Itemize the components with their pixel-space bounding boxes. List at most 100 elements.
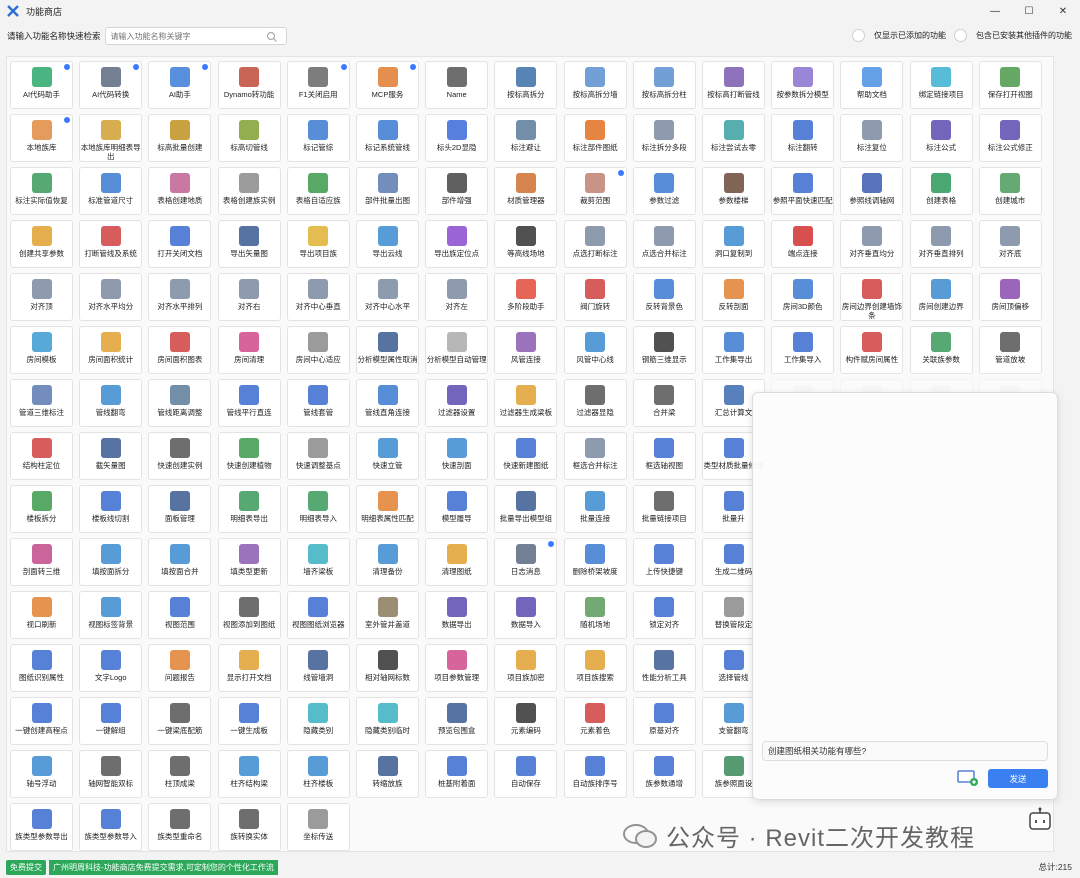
- feature-tile[interactable]: 管线套管: [286, 379, 350, 427]
- feature-tile[interactable]: 标注翻转: [771, 114, 835, 162]
- feature-tile[interactable]: 相对轴网标数: [356, 644, 419, 692]
- feature-tile[interactable]: 保存打开视图: [978, 61, 1042, 109]
- feature-tile[interactable]: 钢筋三维显示: [632, 326, 696, 374]
- feature-tile[interactable]: 构件赋房间属性: [840, 326, 904, 374]
- feature-tile[interactable]: 数据导出: [425, 591, 489, 639]
- feature-tile[interactable]: 标高批量创建: [148, 114, 212, 162]
- feature-tile[interactable]: 截矢量图: [79, 432, 143, 480]
- feature-tile[interactable]: 元素着色: [563, 697, 627, 745]
- feature-tile[interactable]: 本地族库: [10, 114, 73, 162]
- feature-tile[interactable]: 导出族定位点: [425, 220, 489, 268]
- feature-tile[interactable]: 对齐水平均分: [79, 273, 143, 321]
- feature-tile[interactable]: 部件增强: [425, 167, 489, 215]
- feature-tile[interactable]: 房间面积统计: [79, 326, 143, 374]
- feature-tile[interactable]: 导出项目族: [286, 220, 350, 268]
- feature-tile[interactable]: 坐标传送: [286, 803, 350, 851]
- feature-tile[interactable]: 标准管道尺寸: [79, 167, 143, 215]
- feature-tile[interactable]: 明细表导出: [217, 485, 281, 533]
- feature-tile[interactable]: 房间模板: [10, 326, 73, 374]
- feature-tile[interactable]: 管线距离调整: [148, 379, 212, 427]
- feature-tile[interactable]: 轴网智能双标: [79, 750, 143, 798]
- feature-tile[interactable]: 关联族参数: [909, 326, 973, 374]
- search-icon[interactable]: [266, 30, 278, 42]
- feature-tile[interactable]: 快速剖面: [425, 432, 489, 480]
- feature-tile[interactable]: 一键解组: [79, 697, 143, 745]
- feature-tile[interactable]: 隐藏类别: [286, 697, 350, 745]
- feature-tile[interactable]: Dynamo转功能: [217, 61, 281, 109]
- only-added-option[interactable]: 仅显示已添加的功能: [852, 29, 946, 42]
- feature-tile[interactable]: AI助手: [148, 61, 212, 109]
- feature-tile[interactable]: 项目族搜索: [563, 644, 627, 692]
- feature-tile[interactable]: 批量导出模型组: [494, 485, 558, 533]
- send-button[interactable]: 发送: [988, 769, 1048, 788]
- maximize-button[interactable]: ☐: [1012, 0, 1046, 22]
- feature-tile[interactable]: 填按面合并: [148, 538, 212, 586]
- feature-tile[interactable]: 工作集导出: [702, 326, 765, 374]
- feature-tile[interactable]: 房间清理: [217, 326, 281, 374]
- feature-tile[interactable]: Name: [425, 61, 489, 109]
- feature-tile[interactable]: 创建城市: [978, 167, 1042, 215]
- feature-tile[interactable]: 填按面拆分: [79, 538, 143, 586]
- feature-tile[interactable]: F1关闭启用: [286, 61, 350, 109]
- feature-tile[interactable]: 显示打开文档: [217, 644, 281, 692]
- feature-tile[interactable]: 标头2D显隐: [425, 114, 489, 162]
- robot-assistant-icon[interactable]: [1026, 806, 1054, 834]
- feature-tile[interactable]: 对齐水平排列: [148, 273, 212, 321]
- feature-tile[interactable]: 视图标签背景: [79, 591, 143, 639]
- feature-tile[interactable]: 项目族加密: [494, 644, 558, 692]
- feature-tile[interactable]: 族类型参数导出: [10, 803, 73, 851]
- feature-tile[interactable]: 族转换实体: [217, 803, 281, 851]
- include-installed-toggle[interactable]: [954, 29, 967, 42]
- feature-tile[interactable]: 房间中心适应: [286, 326, 350, 374]
- feature-tile[interactable]: 柱齐楼板: [286, 750, 350, 798]
- feature-tile[interactable]: 导出云线: [356, 220, 419, 268]
- feature-tile[interactable]: 标注公式修正: [978, 114, 1042, 162]
- feature-tile[interactable]: 点选合并标注: [632, 220, 696, 268]
- feature-tile[interactable]: 转缩放族: [356, 750, 419, 798]
- feature-tile[interactable]: 框选合并标注: [563, 432, 627, 480]
- feature-tile[interactable]: 视口刷新: [10, 591, 73, 639]
- feature-tile[interactable]: 墙齐梁板: [286, 538, 350, 586]
- feature-tile[interactable]: 快速创建植物: [217, 432, 281, 480]
- feature-tile[interactable]: 标记系统管线: [356, 114, 419, 162]
- feature-tile[interactable]: 标注避让: [494, 114, 558, 162]
- feature-tile[interactable]: 房间顶偏移: [978, 273, 1042, 321]
- feature-tile[interactable]: 房间3D颜色: [771, 273, 835, 321]
- feature-tile[interactable]: 对齐中心垂直: [286, 273, 350, 321]
- feature-tile[interactable]: 管道放坡: [978, 326, 1042, 374]
- feature-tile[interactable]: 按参数拆分模型: [771, 61, 835, 109]
- feature-tile[interactable]: 多阶段助手: [494, 273, 558, 321]
- feature-tile[interactable]: 预览包围盒: [425, 697, 489, 745]
- feature-tile[interactable]: 按标高拆分: [494, 61, 558, 109]
- feature-tile[interactable]: 图纸识别属性: [10, 644, 73, 692]
- feature-tile[interactable]: 等高线场地: [494, 220, 558, 268]
- feature-tile[interactable]: 桩基附着面: [425, 750, 489, 798]
- feature-tile[interactable]: 楼板拆分: [10, 485, 73, 533]
- feature-tile[interactable]: 标注公式: [909, 114, 973, 162]
- feature-tile[interactable]: 一键梁底配筋: [148, 697, 212, 745]
- feature-tile[interactable]: AI代码助手: [10, 61, 73, 109]
- feature-tile[interactable]: 轴号浮动: [10, 750, 73, 798]
- include-installed-option[interactable]: 包含已安装其他插件的功能: [954, 29, 1072, 42]
- feature-tile[interactable]: 房间面积图表: [148, 326, 212, 374]
- feature-tile[interactable]: 标注实际值恢复: [10, 167, 73, 215]
- feature-tile[interactable]: 帮助文档: [840, 61, 904, 109]
- feature-tile[interactable]: 填类型更新: [217, 538, 281, 586]
- feature-tile[interactable]: 族参数通增: [632, 750, 696, 798]
- feature-tile[interactable]: 对齐垂直排列: [909, 220, 973, 268]
- feature-tile[interactable]: 合并梁: [632, 379, 696, 427]
- feature-tile[interactable]: 清理图纸: [425, 538, 489, 586]
- feature-tile[interactable]: 日志消息: [494, 538, 558, 586]
- feature-tile[interactable]: 柱顶成梁: [148, 750, 212, 798]
- search-input[interactable]: [104, 27, 287, 45]
- feature-tile[interactable]: 标高切管线: [217, 114, 281, 162]
- feature-tile[interactable]: 管线翻弯: [79, 379, 143, 427]
- feature-tile[interactable]: 标注拆分多段: [632, 114, 696, 162]
- feature-tile[interactable]: 视图添加到图纸: [217, 591, 281, 639]
- feature-tile[interactable]: 对齐底: [978, 220, 1042, 268]
- status-badge[interactable]: 免费提交: [6, 859, 46, 875]
- feature-tile[interactable]: 隐藏类别临时: [356, 697, 419, 745]
- feature-tile[interactable]: 自动保存: [494, 750, 558, 798]
- feature-tile[interactable]: 创建表格: [909, 167, 973, 215]
- feature-tile[interactable]: 风管连接: [494, 326, 558, 374]
